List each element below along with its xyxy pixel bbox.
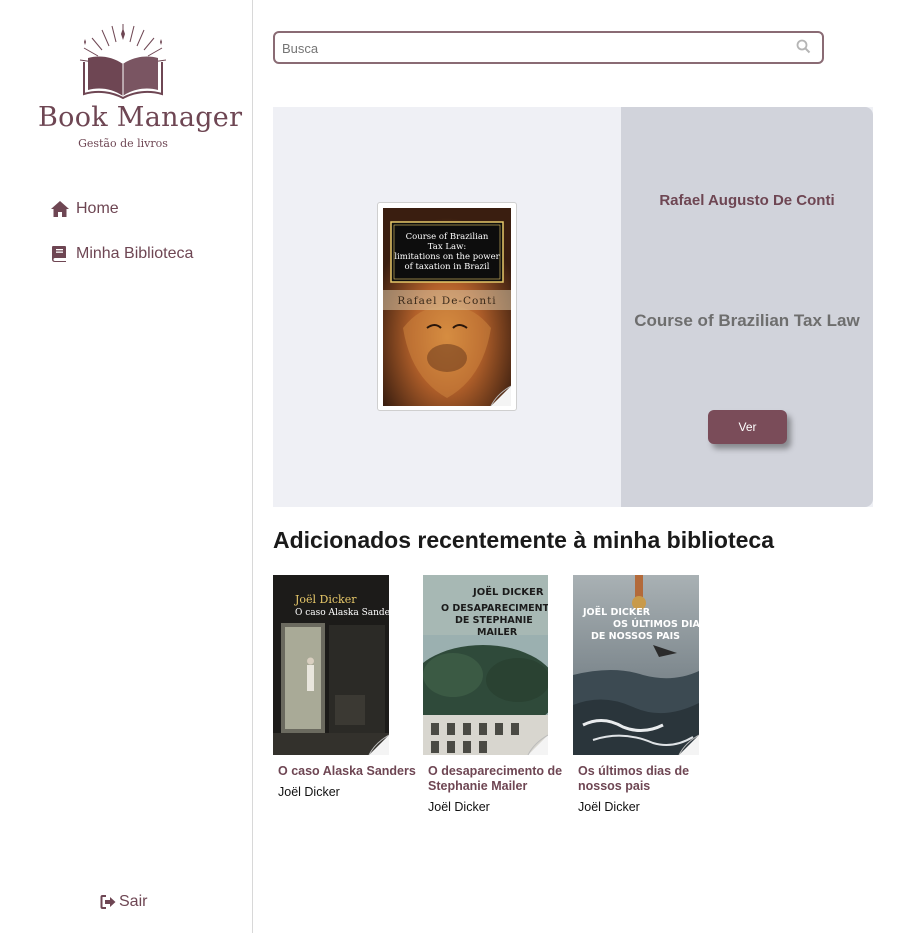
svg-text:of taxation in Brazil: of taxation in Brazil [405, 262, 490, 272]
book-cover[interactable]: JOËL DICKER OS ÚLTIMOS DIAS DE NOSSOS PA… [573, 575, 707, 756]
featured-book-details: Rafael Augusto De Conti Course of Brazil… [621, 107, 873, 507]
svg-text:Course of Brazilian: Course of Brazilian [406, 232, 489, 242]
home-icon [51, 201, 69, 217]
featured-book-title: Course of Brazilian Tax Law [634, 311, 860, 330]
cover-title-text: Course of Brazilian Tax Law: limitations… [394, 232, 500, 272]
nav-item-minha-biblioteca[interactable]: Minha Biblioteca [50, 245, 193, 263]
book-icon [52, 246, 66, 262]
view-book-button[interactable]: Ver [708, 410, 787, 444]
svg-text:OS ÚLTIMOS DIAS: OS ÚLTIMOS DIAS [613, 618, 699, 630]
brand-tagline: Gestão de livros [78, 137, 168, 150]
cover-author: JOËL DICKER [472, 584, 544, 598]
search-icon[interactable] [796, 39, 811, 54]
featured-book-author: Rafael Augusto De Conti [659, 192, 835, 209]
nav-item-home[interactable]: Home [50, 200, 119, 218]
book-title[interactable]: O caso Alaska Sanders [273, 764, 418, 779]
search-bar [273, 31, 824, 64]
recent-book-card[interactable]: JOËL DICKER O DESAPARECIMENTO DE STEPHAN… [408, 575, 568, 814]
open-book-logo-icon [79, 24, 167, 100]
logout-label: Sair [119, 893, 148, 910]
book-cover-art: Joël Dicker O caso Alaska Sanders [273, 575, 399, 756]
sign-out-icon [100, 895, 116, 909]
brand-name: Book Manager [38, 102, 243, 133]
cover-author: JOËL DICKER [582, 607, 651, 618]
cover-title: O caso Alaska Sanders [295, 608, 389, 618]
svg-text:O DESAPARECIMENTO: O DESAPARECIMENTO [441, 603, 548, 614]
brand-logo[interactable]: Book Manager Gestão de livros [38, 20, 243, 155]
search-input[interactable] [282, 38, 782, 58]
book-author: Joël Dicker [278, 785, 340, 799]
svg-text:MAILER: MAILER [477, 627, 518, 638]
logout-button[interactable]: Sair [100, 893, 147, 911]
app-root: Book Manager Gestão de livros Home Minha… [0, 0, 920, 933]
book-cover-art: JOËL DICKER O DESAPARECIMENTO DE STEPHAN… [408, 575, 558, 756]
svg-text:DE STEPHANIE: DE STEPHANIE [455, 615, 533, 626]
featured-book-panel: Course of Brazilian Tax Law: limitations… [273, 107, 873, 507]
book-author: Joël Dicker [578, 800, 640, 814]
nav-item-home-label: Home [76, 200, 119, 217]
cover-author: Joël Dicker [294, 593, 357, 606]
lion-cover-art: Course of Brazilian Tax Law: limitations… [383, 208, 511, 406]
recent-books-heading: Adicionados recentemente à minha bibliot… [273, 527, 775, 553]
recent-book-card[interactable]: JOËL DICKER OS ÚLTIMOS DIAS DE NOSSOS PA… [573, 575, 718, 814]
book-cover[interactable]: JOËL DICKER O DESAPARECIMENTO DE STEPHAN… [408, 575, 558, 756]
recent-book-card[interactable]: Joël Dicker O caso Alaska Sanders O caso… [273, 575, 418, 799]
sidebar: Book Manager Gestão de livros Home Minha… [0, 0, 253, 933]
book-author: Joël Dicker [428, 800, 490, 814]
nav-item-minha-biblioteca-label: Minha Biblioteca [76, 245, 194, 262]
svg-text:limitations on the power: limitations on the power [394, 252, 500, 262]
featured-book-cover[interactable]: Course of Brazilian Tax Law: limitations… [377, 202, 517, 411]
book-cover-art: JOËL DICKER OS ÚLTIMOS DIAS DE NOSSOS PA… [573, 575, 707, 756]
cover-author-text: Rafael De-Conti [397, 295, 496, 307]
svg-text:Tax Law:: Tax Law: [428, 242, 466, 252]
book-title[interactable]: Os últimos dias de nossos pais [573, 764, 718, 794]
book-title[interactable]: O desaparecimento de Stephanie Mailer [423, 764, 568, 794]
svg-text:DE NOSSOS PAIS: DE NOSSOS PAIS [591, 631, 680, 642]
book-cover[interactable]: Joël Dicker O caso Alaska Sanders [273, 575, 399, 756]
